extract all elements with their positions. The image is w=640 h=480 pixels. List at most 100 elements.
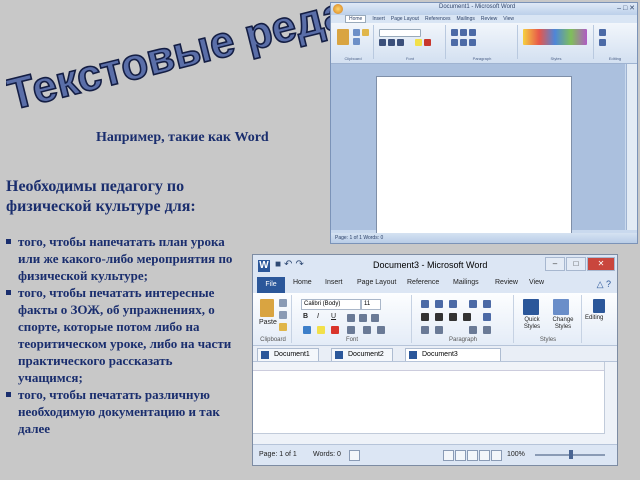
quick-styles-icon[interactable] [523,299,539,315]
indent-icon[interactable] [469,29,476,36]
highlight-icon[interactable] [317,326,325,334]
print-layout-icon[interactable] [443,450,454,461]
tab-insert[interactable]: Insert [372,16,385,22]
zoom-level[interactable]: 100% [507,451,525,458]
quick-styles-label[interactable]: Quick Styles [517,317,547,331]
proofing-icon[interactable] [349,450,360,461]
tab-review[interactable]: Review [481,16,497,22]
italic-button[interactable]: I [317,313,319,320]
numbering-icon[interactable] [435,300,443,308]
tab-review[interactable]: Review [495,279,518,286]
increase-indent-icon[interactable] [483,300,491,308]
decrease-indent-icon[interactable] [469,300,477,308]
full-screen-icon[interactable] [455,450,466,461]
text-effects-icon[interactable] [303,326,311,334]
tab-home[interactable]: Home [293,279,312,286]
cut-icon[interactable] [279,299,287,307]
bullets-icon[interactable] [451,29,458,36]
align-right-icon[interactable] [449,313,457,321]
sort-icon[interactable] [469,326,477,334]
save-icon[interactable]: ■ [275,259,284,270]
office-button-icon[interactable] [333,4,343,14]
vertical-scrollbar[interactable] [604,362,617,444]
editing-label[interactable]: Editing [585,315,603,321]
change-styles-label[interactable]: Change Styles [547,317,579,331]
bold-button[interactable]: B [303,313,308,320]
blank-page[interactable] [376,76,572,238]
window-controls[interactable]: – □ ✕ [617,4,635,12]
font-color-icon[interactable] [424,39,431,46]
undo-icon[interactable]: ↶ [284,259,295,270]
subscript-icon[interactable] [359,314,367,322]
tab-mailings[interactable]: Mailings [457,16,475,22]
align-left-icon[interactable] [421,313,429,321]
zoom-slider-knob[interactable] [569,450,573,459]
italic-icon[interactable] [388,39,395,46]
copy-icon[interactable] [279,311,287,319]
align-right-icon[interactable] [469,39,476,46]
doc-tab[interactable]: Document1 [257,348,319,361]
font-name-combo[interactable]: Calibri (Body) [301,299,361,310]
ruler[interactable] [253,362,617,371]
font-color-icon[interactable] [331,326,339,334]
format-painter-icon[interactable] [362,29,369,36]
borders-icon[interactable] [435,326,443,334]
line-spacing-icon[interactable] [483,313,491,321]
tab-references[interactable]: References [425,16,451,22]
change-case-icon[interactable] [347,326,355,334]
cut-icon[interactable] [353,29,360,36]
bold-icon[interactable] [379,39,386,46]
copy-icon[interactable] [353,38,360,45]
minimize-button[interactable]: – [545,257,565,271]
doc-tab-active[interactable]: Document3 [405,348,501,361]
shading-icon[interactable] [421,326,429,334]
tab-file[interactable]: File [257,277,285,293]
grow-font-icon[interactable] [363,326,371,334]
format-painter-icon[interactable] [279,323,287,331]
horizontal-scrollbar[interactable] [253,433,605,444]
justify-icon[interactable] [463,313,471,321]
word-count[interactable]: Words: 0 [313,451,341,458]
shrink-font-icon[interactable] [377,326,385,334]
redo-icon[interactable]: ↷ [295,259,306,270]
tab-page-layout[interactable]: Page Layout [357,279,396,286]
tab-view[interactable]: View [503,16,514,22]
tab-view[interactable]: View [529,279,544,286]
bullets-icon[interactable] [421,300,429,308]
change-styles-icon[interactable] [553,299,569,315]
numbering-icon[interactable] [460,29,467,36]
tab-page-layout[interactable]: Page Layout [391,16,419,22]
pilcrow-icon[interactable] [483,326,491,334]
paste-icon[interactable] [260,299,274,317]
outline-icon[interactable] [479,450,490,461]
replace-icon[interactable] [599,39,606,46]
vertical-scrollbar[interactable] [626,64,637,230]
align-center-icon[interactable] [460,39,467,46]
multilevel-list-icon[interactable] [449,300,457,308]
paste-icon[interactable] [337,29,349,45]
font-combo[interactable] [379,29,421,37]
tab-home[interactable]: Home [345,15,367,23]
strikethrough-icon[interactable] [347,314,355,322]
highlight-icon[interactable] [415,39,422,46]
help-icon[interactable]: △ ? [597,279,611,290]
close-button[interactable]: ✕ [587,257,615,271]
maximize-button[interactable]: □ [566,257,586,271]
draft-icon[interactable] [491,450,502,461]
underline-icon[interactable] [397,39,404,46]
doc-tab[interactable]: Document2 [331,348,393,361]
tab-insert[interactable]: Insert [325,279,343,286]
style-gallery[interactable] [523,29,587,45]
font-size-combo[interactable]: 11 [361,299,381,310]
align-left-icon[interactable] [451,39,458,46]
page-count[interactable]: Page: 1 of 1 [259,451,297,458]
superscript-icon[interactable] [371,314,379,322]
tab-mailings[interactable]: Mailings [453,279,479,286]
web-layout-icon[interactable] [467,450,478,461]
tab-references[interactable]: Reference [407,279,439,286]
align-center-icon[interactable] [435,313,443,321]
word-app-icon[interactable]: W [258,260,270,272]
underline-button[interactable]: U [331,313,336,320]
find-icon[interactable] [599,29,606,36]
editing-icon[interactable] [593,299,605,313]
